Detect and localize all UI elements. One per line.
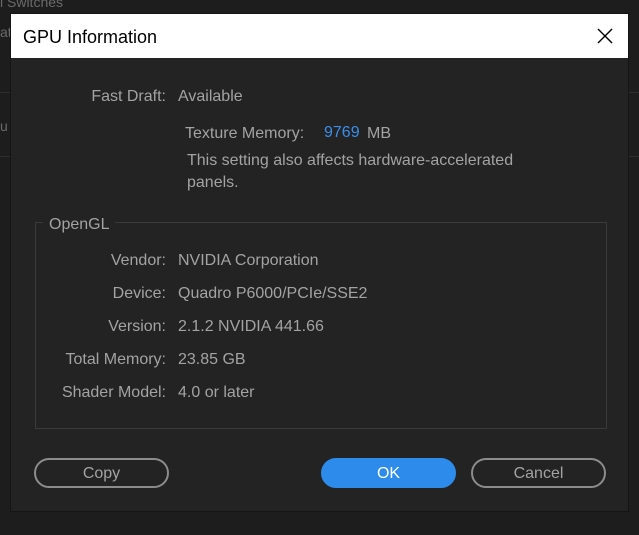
gpu-information-dialog: GPU Information Fast Draft: Available Te… — [11, 14, 628, 511]
total-memory-value: 23.85 GB — [178, 351, 246, 368]
device-label: Device: — [112, 285, 166, 302]
copy-button[interactable]: Copy — [34, 458, 169, 488]
background-text-fragment: u — [0, 118, 8, 134]
background-divider — [0, 156, 11, 157]
fast-draft-label: Fast Draft: — [91, 88, 166, 105]
shader-model-label: Shader Model: — [61, 384, 166, 401]
background-divider — [628, 156, 639, 157]
background-divider — [0, 92, 11, 93]
close-x-icon — [597, 28, 613, 44]
vendor-label: Vendor: — [110, 252, 166, 269]
close-button[interactable] — [582, 14, 628, 58]
background-divider — [628, 92, 639, 93]
cancel-button[interactable]: Cancel — [471, 458, 606, 488]
background-text-fragment: at — [0, 24, 12, 40]
total-memory-label: Total Memory: — [65, 351, 166, 368]
version-label: Version: — [108, 318, 166, 335]
shader-model-value: 4.0 or later — [178, 384, 255, 401]
opengl-group-title: OpenGL — [43, 215, 116, 235]
vendor-value: NVIDIA Corporation — [178, 252, 319, 269]
texture-memory-value[interactable]: 9769 — [324, 123, 360, 143]
dialog-titlebar: GPU Information — [11, 14, 628, 58]
texture-memory-label: Texture Memory: — [185, 125, 305, 142]
background-text-fragment: l Switches — [0, 0, 64, 10]
device-value: Quadro P6000/PCIe/SSE2 — [178, 285, 368, 302]
fast-draft-value: Available — [178, 88, 243, 105]
dialog-title: GPU Information — [23, 27, 158, 47]
texture-memory-note: This setting also affects hardware-accel… — [187, 152, 514, 191]
version-value: 2.1.2 NVIDIA 441.66 — [178, 318, 324, 335]
ok-button[interactable]: OK — [321, 458, 456, 488]
texture-memory-unit: MB — [367, 125, 391, 142]
